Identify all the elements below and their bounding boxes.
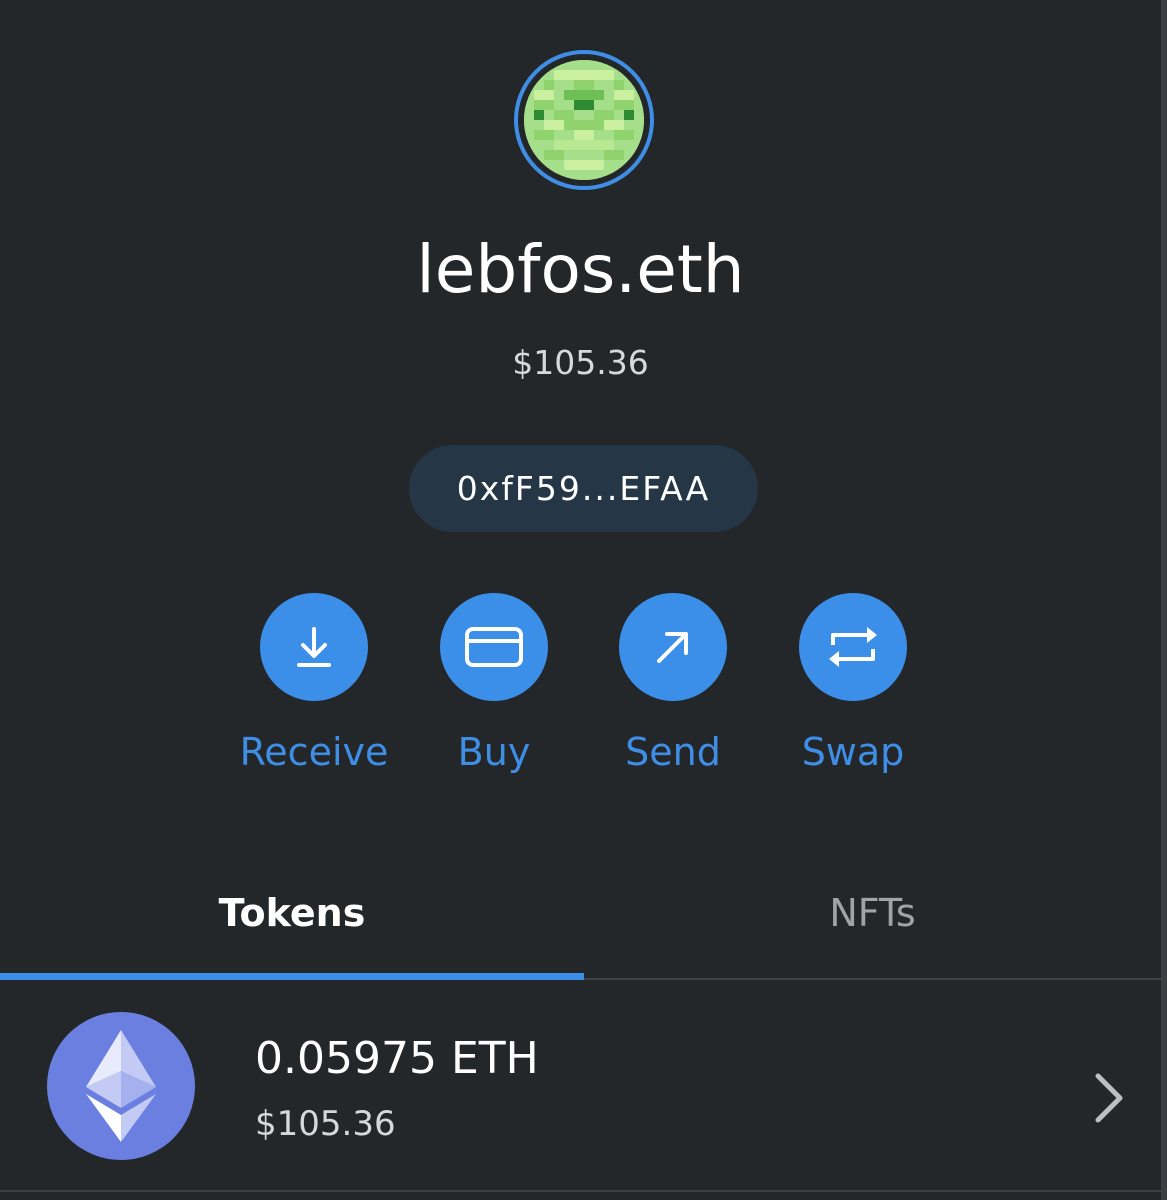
send-label: Send — [625, 730, 721, 774]
credit-card-icon — [465, 627, 523, 667]
account-balance: $105.36 — [512, 343, 649, 382]
buy-action[interactable]: Buy — [404, 593, 584, 777]
account-address-pill[interactable]: 0xfF59...EFAA — [409, 445, 758, 532]
token-fiat-value: $105.36 — [255, 1104, 396, 1144]
token-amount: 0.05975 ETH — [255, 1033, 539, 1084]
swap-button[interactable] — [799, 593, 907, 701]
ethereum-icon — [47, 1012, 195, 1160]
receive-action[interactable]: Receive — [224, 593, 404, 777]
account-avatar-ring[interactable] — [514, 50, 654, 190]
download-icon — [297, 627, 331, 667]
swap-action[interactable]: Swap — [763, 593, 943, 777]
account-name: lebfos.eth — [416, 231, 745, 308]
buy-button[interactable] — [440, 593, 548, 701]
arrow-up-right-icon — [657, 632, 688, 663]
wallet-screen: lebfos.eth $105.36 0xfF59...EFAA Receive… — [0, 0, 1167, 1200]
tab-nfts[interactable]: NFTs — [584, 858, 1161, 968]
receive-label: Receive — [239, 730, 389, 774]
buy-label: Buy — [457, 730, 531, 774]
ethereum-diamond-icon — [86, 1030, 156, 1142]
receive-button[interactable] — [260, 593, 368, 701]
send-action[interactable]: Send — [583, 593, 763, 777]
chevron-right-icon[interactable] — [1090, 1070, 1130, 1126]
scrollbar-edge — [1161, 0, 1167, 1200]
asset-tabs: Tokens NFTs — [0, 858, 1161, 982]
row-divider — [0, 1190, 1161, 1192]
send-button[interactable] — [619, 593, 727, 701]
swap-label: Swap — [801, 730, 905, 774]
pixel-identicon-icon — [524, 60, 644, 180]
active-tab-indicator — [0, 973, 584, 980]
swap-arrows-icon — [829, 627, 877, 667]
tab-tokens[interactable]: Tokens — [0, 858, 584, 968]
action-buttons: Receive Buy Send Swap — [0, 593, 1161, 793]
account-avatar — [524, 60, 644, 180]
token-row-eth[interactable]: 0.05975 ETH $105.36 — [0, 1000, 1161, 1180]
